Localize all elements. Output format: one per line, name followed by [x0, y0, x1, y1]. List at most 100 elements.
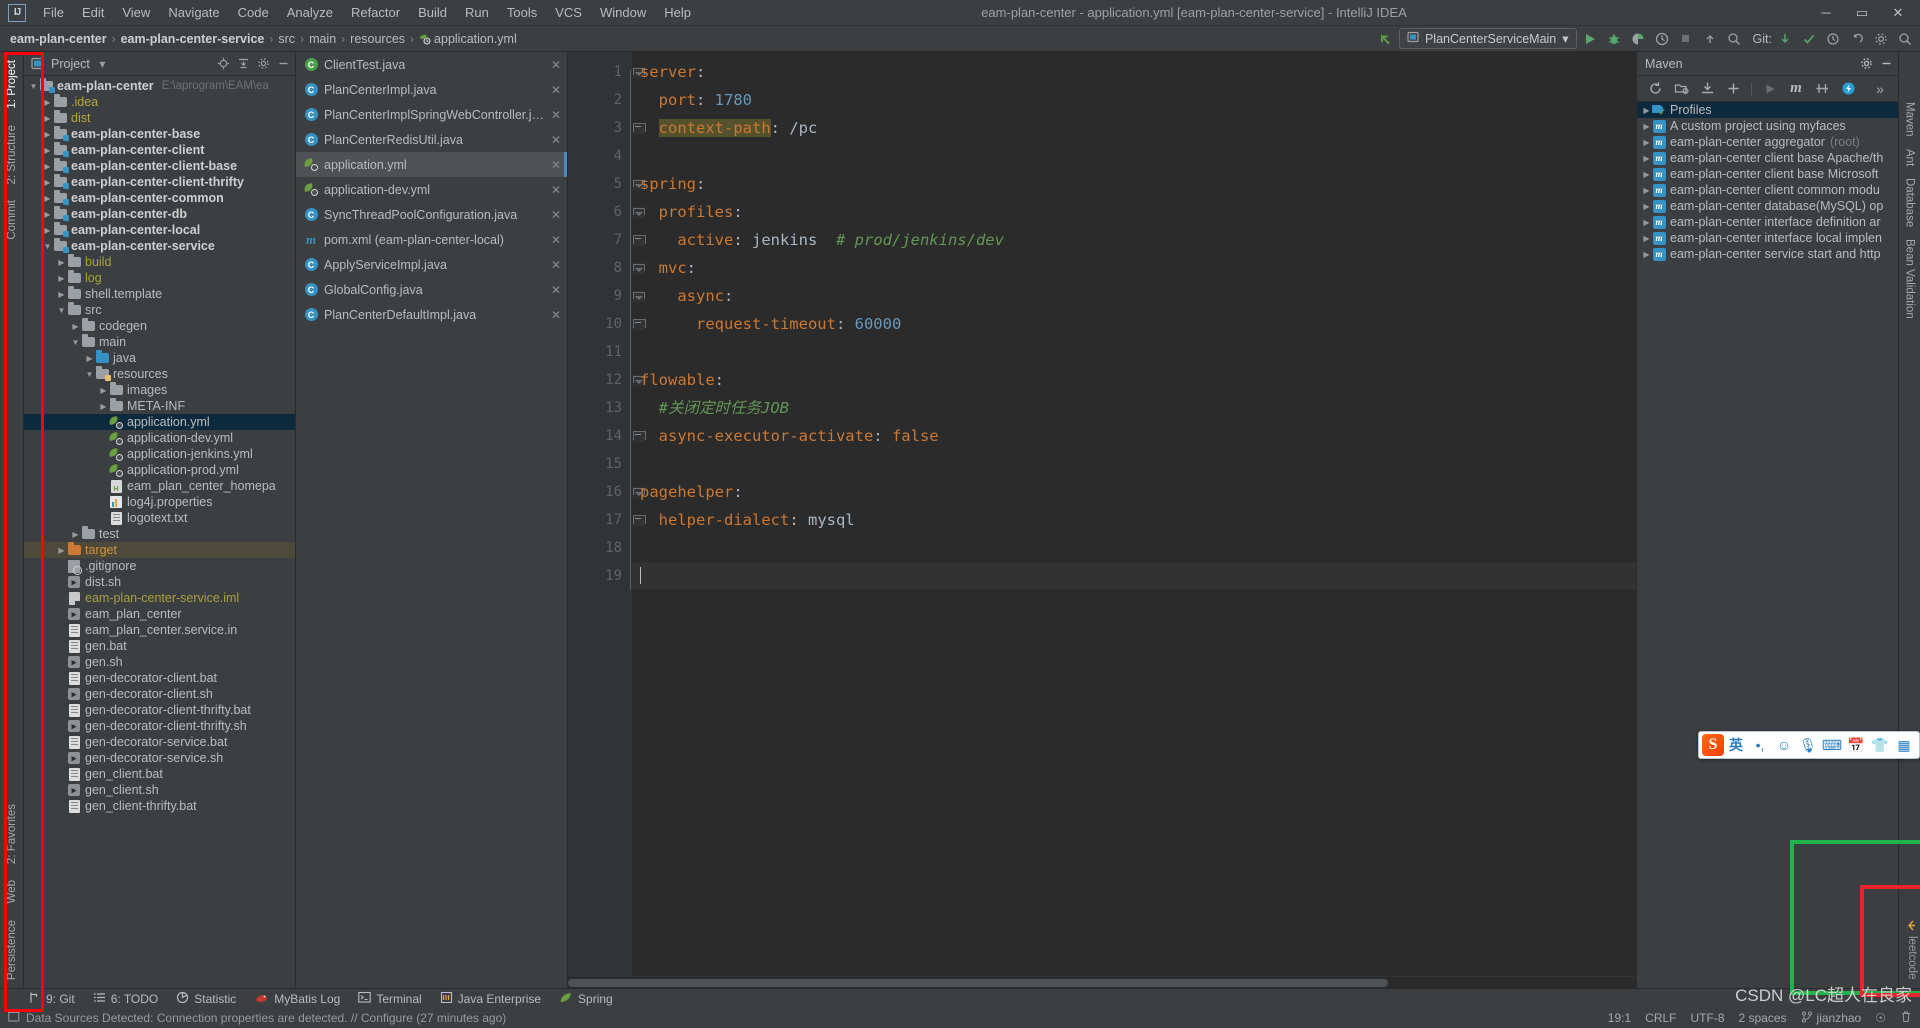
hide-panel-icon[interactable] — [1879, 56, 1894, 71]
editor-tab[interactable]: C PlanCenterRedisUtil.java ✕ — [296, 127, 567, 152]
line-number[interactable]: 19 — [568, 562, 632, 590]
close-tab-icon[interactable]: ✕ — [545, 83, 561, 97]
code-line[interactable]: helper-dialect: mysql — [632, 506, 1636, 534]
leetcode-tool-tab[interactable]: leetcode — [1906, 920, 1918, 979]
voice-input-icon[interactable]: 🎙 — [1796, 734, 1820, 756]
chevron-right-icon[interactable]: ▶ — [42, 209, 53, 220]
chevron-right-icon[interactable]: ▶ — [42, 193, 53, 204]
search-everywhere-icon[interactable] — [1723, 28, 1745, 50]
tree-node[interactable]: ▶ eam-plan-center-client-thrifty — [24, 174, 295, 190]
execute-goal-icon[interactable] — [1840, 81, 1856, 97]
line-number[interactable]: 16 — [568, 478, 645, 506]
left-strip-tab-project[interactable]: 1: Project — [3, 52, 21, 117]
chevron-right-icon[interactable]: ▶ — [1641, 217, 1652, 228]
breadcrumb-item-2[interactable]: src — [274, 31, 299, 47]
stop-button[interactable] — [1675, 28, 1697, 50]
tree-node[interactable]: ▸ gen-decorator-client-thrifty.sh — [24, 718, 295, 734]
git-branch-indicator[interactable]: jianzhao — [1801, 1011, 1861, 1026]
maven-tree-node[interactable]: ▶ m eam-plan-center client base Apache/th — [1637, 150, 1898, 166]
code-line[interactable]: spring: — [632, 170, 1636, 198]
code-content[interactable]: server: port: 1780 context-path: /pc spri… — [632, 52, 1636, 976]
tree-node[interactable]: ▼ resources — [24, 366, 295, 382]
editor-tab[interactable]: C PlanCenterDefaultImpl.java ✕ — [296, 302, 567, 327]
toggle-skip-tests-icon[interactable] — [1814, 81, 1830, 97]
chevron-right-icon[interactable]: ▶ — [98, 401, 109, 412]
generate-sources-icon[interactable] — [1673, 81, 1689, 97]
tree-node[interactable]: gen_client.bat — [24, 766, 295, 782]
maven-tree-node[interactable]: ▶ m eam-plan-center interface definition a… — [1637, 214, 1898, 230]
menu-item-analyze[interactable]: Analyze — [278, 2, 342, 23]
toolbox-icon[interactable]: ▦ — [1892, 734, 1916, 756]
maven-tree-node[interactable]: ▶ Profiles — [1637, 102, 1898, 118]
add-icon[interactable] — [1725, 81, 1741, 97]
left-strip-tab-web[interactable]: Web — [3, 872, 21, 911]
maven-m-icon[interactable]: m — [1788, 80, 1804, 97]
tree-node[interactable]: ▶ eam-plan-center-client — [24, 142, 295, 158]
tool-window-button-todo[interactable]: 6: TODO — [93, 991, 158, 1007]
close-tab-icon[interactable]: ✕ — [545, 108, 561, 122]
menu-item-code[interactable]: Code — [229, 2, 278, 23]
left-strip-tab-structure[interactable]: 2: Structure — [3, 117, 21, 192]
line-number[interactable]: 7 — [568, 226, 646, 254]
tree-node[interactable]: ▶ test — [24, 526, 295, 542]
minimize-button[interactable]: ─ — [1808, 0, 1844, 26]
gear-icon[interactable] — [1859, 56, 1874, 71]
code-line[interactable] — [632, 534, 1636, 562]
close-tab-icon[interactable]: ✕ — [545, 133, 561, 147]
chevron-right-icon[interactable]: ▶ — [1641, 137, 1652, 148]
close-tab-icon[interactable]: ✕ — [545, 58, 561, 72]
code-line[interactable]: pagehelper: — [632, 478, 1636, 506]
maven-tree-node[interactable]: ▶ m eam-plan-center interface local implen — [1637, 230, 1898, 246]
line-number-gutter[interactable]: 1 2 3 4 5 6 7 8 9 10 11 12 13 14 15 16 17 18 19 — [568, 52, 646, 976]
caret-position[interactable]: 19:1 — [1608, 1011, 1631, 1025]
chevron-down-icon[interactable]: ▼ — [56, 305, 67, 316]
chevron-right-icon[interactable]: ▶ — [42, 177, 53, 188]
tree-node[interactable]: ▶ eam-plan-center-common — [24, 190, 295, 206]
tree-node[interactable]: .gitignore — [24, 558, 295, 575]
tree-node[interactable]: ▶ eam-plan-center-db — [24, 206, 295, 222]
project-dropdown-icon[interactable]: ▾ — [95, 56, 110, 71]
tree-node[interactable]: application-dev.yml — [24, 430, 295, 446]
chevron-down-icon[interactable]: ▼ — [42, 241, 53, 252]
chevron-right-icon[interactable]: ▶ — [56, 289, 67, 300]
chevron-right-icon[interactable]: ▶ — [42, 113, 53, 124]
breadcrumb-item-1[interactable]: eam-plan-center-service — [117, 31, 269, 47]
sogou-logo-icon[interactable]: S — [1702, 734, 1724, 756]
more-icon[interactable]: » — [1872, 81, 1888, 97]
input-mode-chinese-icon[interactable]: 英 — [1724, 734, 1748, 756]
tree-node[interactable]: gen-decorator-client-thrifty.bat — [24, 702, 295, 718]
locate-file-icon[interactable] — [216, 56, 231, 71]
tree-node[interactable]: gen_client-thrifty.bat — [24, 798, 295, 814]
tree-node[interactable]: ▶ dist — [24, 110, 295, 126]
line-number[interactable]: 11 — [568, 338, 632, 366]
git-history-icon[interactable] — [1822, 28, 1844, 50]
line-number[interactable]: 15 — [568, 450, 632, 478]
chevron-right-icon[interactable]: ▶ — [98, 385, 109, 396]
line-number[interactable]: 3 — [568, 114, 646, 142]
gear-icon[interactable] — [256, 56, 271, 71]
tree-node[interactable]: ▶ images — [24, 382, 295, 398]
chevron-down-icon[interactable]: ▼ — [70, 337, 81, 348]
menu-item-build[interactable]: Build — [409, 2, 456, 23]
code-line[interactable]: context-path: /pc — [632, 114, 1636, 142]
tree-node[interactable]: eam-plan-center-service.iml — [24, 590, 295, 606]
editor-tab[interactable]: C ClientTest.java ✕ — [296, 52, 567, 77]
line-number[interactable]: 14 — [568, 422, 646, 450]
tree-node[interactable]: ▶ .idea — [24, 94, 295, 110]
tree-node[interactable]: ▶ codegen — [24, 318, 295, 334]
menu-item-tools[interactable]: Tools — [498, 2, 546, 23]
code-line[interactable]: #关闭定时任务JOB — [632, 394, 1636, 422]
menu-item-file[interactable]: File — [34, 2, 73, 23]
breadcrumb-item-3[interactable]: main — [305, 31, 340, 47]
line-number[interactable]: 5 — [568, 170, 645, 198]
chevron-right-icon[interactable]: ▶ — [1641, 153, 1652, 164]
code-line[interactable] — [632, 142, 1636, 170]
tree-node[interactable]: ▶ log — [24, 270, 295, 286]
chevron-right-icon[interactable]: ▶ — [42, 145, 53, 156]
sogou-input-toolbar[interactable]: S 英 •, ☺ 🎙 ⌨ 📅 👕 ▦ — [1698, 731, 1920, 759]
editor-tab[interactable]: application.yml ✕ — [296, 152, 567, 177]
tree-node[interactable]: gen-decorator-service.bat — [24, 734, 295, 750]
reload-icon[interactable] — [1647, 81, 1663, 97]
tree-node[interactable]: ▶ shell.template — [24, 286, 295, 302]
tree-node[interactable]: ▸ gen.sh — [24, 654, 295, 670]
